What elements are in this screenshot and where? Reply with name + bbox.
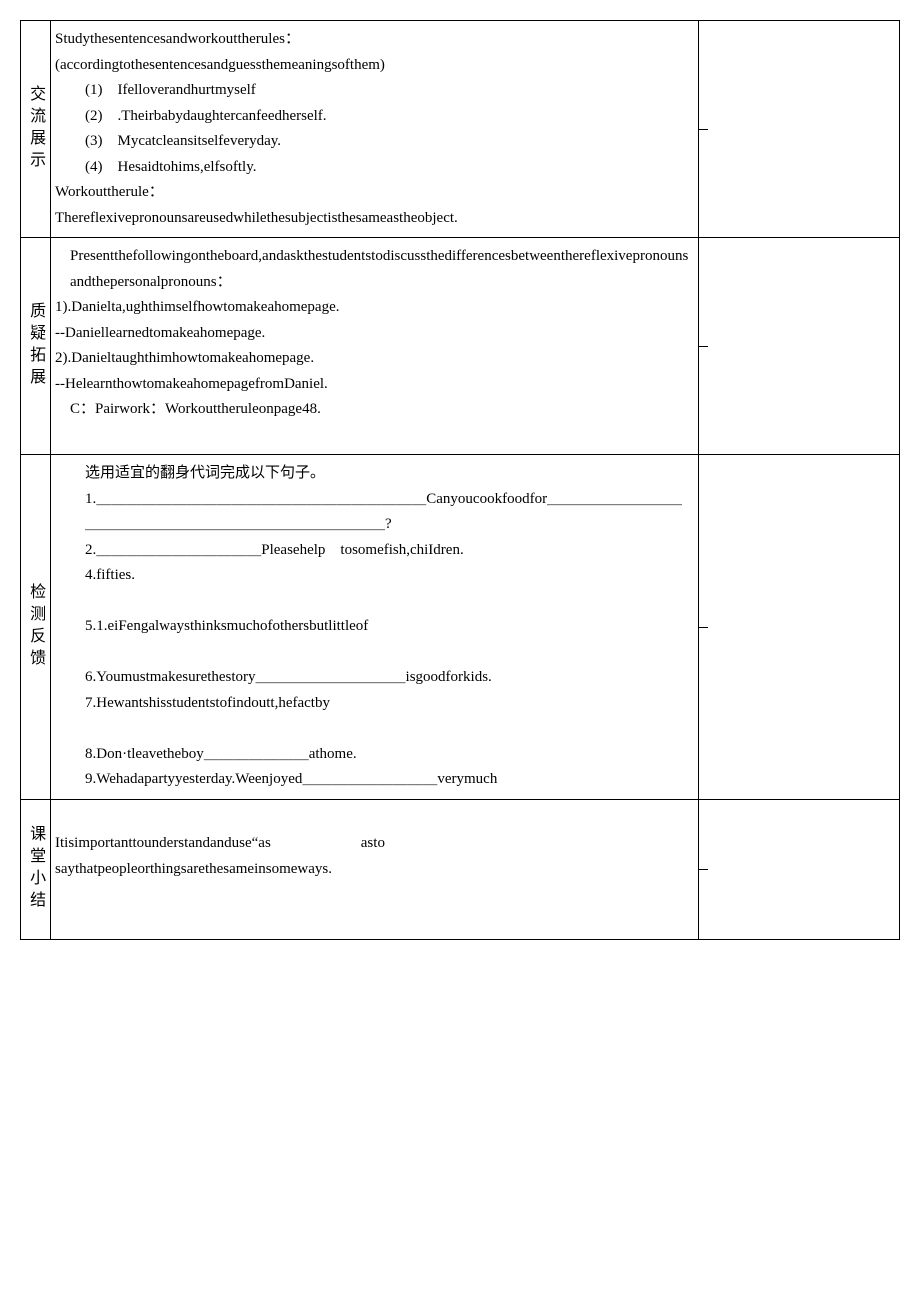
section-label: 检测反馈 xyxy=(21,455,51,800)
content-line xyxy=(55,589,694,615)
content-line: 2.＿＿＿＿＿＿＿＿＿＿＿Pleasehelp tosomefish,chiId… xyxy=(55,538,694,564)
section-content: Itisimportanttounderstandanduse“as astos… xyxy=(51,800,699,941)
content-line xyxy=(55,423,694,449)
content-line: Presentthefollowingontheboard,andaskthes… xyxy=(55,244,694,295)
content-line xyxy=(55,882,694,908)
tick-mark xyxy=(698,627,708,628)
section-label-text: 检测反馈 xyxy=(22,583,49,671)
section-label-text: 质疑拓展 xyxy=(22,302,49,390)
tick-mark xyxy=(698,129,708,130)
content-line xyxy=(55,908,694,934)
content-line xyxy=(55,640,694,666)
content-line: 选用适宜的翻身代词完成以下句子。 xyxy=(55,461,694,487)
section-label-text: 课堂小结 xyxy=(22,825,49,913)
section-notes xyxy=(699,455,899,800)
content-line: (accordingtothesentencesandguessthemeani… xyxy=(55,53,694,79)
content-line: Itisimportanttounderstandanduse“as asto xyxy=(55,831,694,857)
lesson-table: 交流展示Studythesentencesandworkouttherules：… xyxy=(20,20,900,940)
content-line: Workouttherule： xyxy=(55,180,694,206)
content-line: C：Pairwork：Workouttheruleonpage48. xyxy=(55,397,694,423)
section-label: 质疑拓展 xyxy=(21,238,51,455)
content-line: 7.Hewantshisstudentstofindoutt,hefactby xyxy=(55,691,694,717)
content-line: 1.＿＿＿＿＿＿＿＿＿＿＿＿＿＿＿＿＿＿＿＿＿＿Canyoucookfoodfo… xyxy=(55,487,694,538)
content-line xyxy=(55,806,694,832)
content-line: Thereflexivepronounsareusedwhilethesubje… xyxy=(55,206,694,232)
content-line: 8.Don·tleavetheboy＿＿＿＿＿＿＿athome. xyxy=(55,742,694,768)
section-content: Studythesentencesandworkouttherules：(acc… xyxy=(51,21,699,238)
content-line: saythatpeopleorthingsarethesameinsomeway… xyxy=(55,857,694,883)
content-line: 1).Danielta,ughthimselfhowtomakeahomepag… xyxy=(55,295,694,321)
content-line: 2).Danieltaughthimhowtomakeahomepage. xyxy=(55,346,694,372)
section-label-text: 交流展示 xyxy=(22,85,49,173)
content-line: (2) .Theirbabydaughtercanfeedherself. xyxy=(55,104,694,130)
content-line: Studythesentencesandworkouttherules： xyxy=(55,27,694,53)
section-label: 交流展示 xyxy=(21,21,51,238)
content-line: 5.1.eiFengalwaysthinksmuchofothersbutlit… xyxy=(55,614,694,640)
section-notes xyxy=(699,238,899,455)
section-content: Presentthefollowingontheboard,andaskthes… xyxy=(51,238,699,455)
section-notes xyxy=(699,21,899,238)
content-line: --Daniellearnedtomakeahomepage. xyxy=(55,321,694,347)
content-line: 6.Youmustmakesurethestory＿＿＿＿＿＿＿＿＿＿isgoo… xyxy=(55,665,694,691)
section-notes xyxy=(699,800,899,941)
content-line: 9.Wehadapartyyesterday.Weenjoyed＿＿＿＿＿＿＿＿… xyxy=(55,767,694,793)
content-line: (1) Ifelloverandhurtmyself xyxy=(55,78,694,104)
content-line xyxy=(55,716,694,742)
section-content: 选用适宜的翻身代词完成以下句子。1.＿＿＿＿＿＿＿＿＿＿＿＿＿＿＿＿＿＿＿＿＿＿… xyxy=(51,455,699,800)
tick-mark xyxy=(698,869,708,870)
content-line: (3) Mycatcleansitselfeveryday. xyxy=(55,129,694,155)
content-line: 4.fifties. xyxy=(55,563,694,589)
content-line: (4) Hesaidtohims,elfsoftly. xyxy=(55,155,694,181)
tick-mark xyxy=(698,346,708,347)
content-line: --HelearnthowtomakeahomepagefromDaniel. xyxy=(55,372,694,398)
section-label: 课堂小结 xyxy=(21,800,51,941)
